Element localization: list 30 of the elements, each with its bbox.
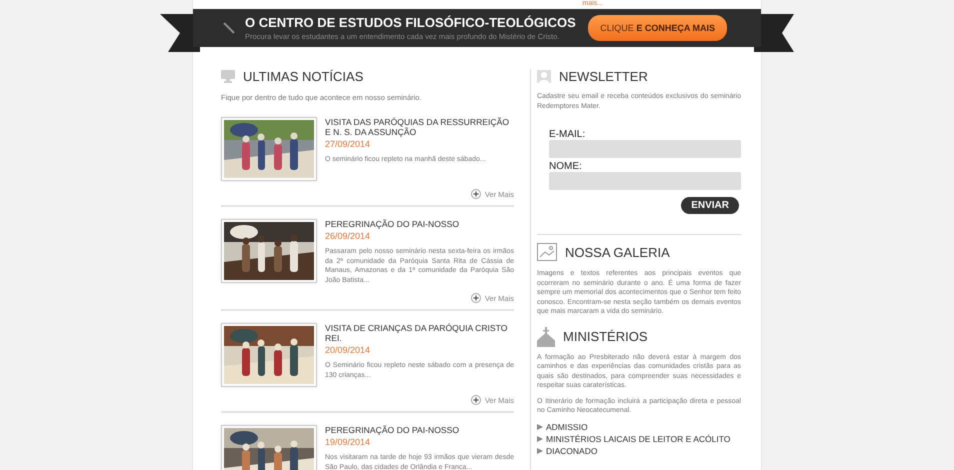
user-icon <box>537 70 551 83</box>
banner-title: O CENTRO DE ESTUDOS FILOSÓFICO-TEOLÓGICOS <box>245 15 577 30</box>
ministry-link[interactable]: DIACONADO <box>537 446 741 456</box>
section-title: NEWSLETTER <box>559 69 648 84</box>
send-button[interactable]: ENVIAR <box>681 197 739 214</box>
learn-more-button[interactable]: CLIQUE E CONHEÇA MAIS <box>588 15 727 41</box>
section-title: MINISTÉRIOS <box>563 329 648 344</box>
field-label: E-MAIL: <box>549 129 586 140</box>
church-icon <box>537 326 555 346</box>
news-title[interactable]: PEREGRINAÇÃO DO PAI-NOSSO <box>325 425 514 435</box>
news-date: 27/09/2014 <box>325 139 372 149</box>
news-date: 20/09/2014 <box>325 345 372 355</box>
ministry-link[interactable]: MINISTÉRIOS LAICAIS DE LEITOR E ACÓLITO <box>537 434 741 444</box>
monitor-icon <box>221 70 235 83</box>
plus-icon <box>470 293 481 303</box>
news-title[interactable]: VISITA DAS PARÓQUIAS DA RESSURREIÇÃO E N. S. DA ASSUNÇÃO <box>325 117 514 137</box>
plus-icon <box>470 189 481 199</box>
ministry-link[interactable]: ADMISSIO <box>537 422 741 432</box>
news-title[interactable]: VISITA DE CRIANÇAS DA PARÓQUIA CRISTO REI. <box>325 323 514 343</box>
field-label: NOME: <box>549 161 583 172</box>
input-field[interactable] <box>549 172 741 190</box>
news-date: 19/09/2014 <box>325 437 372 447</box>
section-title: ULTIMAS NOTÍCIAS <box>243 69 364 84</box>
pencil-icon <box>223 22 235 34</box>
news-title[interactable]: PEREGRINAÇÃO DO PAI-NOSSO <box>325 219 514 229</box>
image-icon <box>537 243 557 261</box>
section-title: NOSSA GALERIA <box>565 244 670 260</box>
plus-icon <box>470 395 481 405</box>
input-field[interactable] <box>549 140 741 158</box>
news-date: 26/09/2014 <box>325 231 372 241</box>
